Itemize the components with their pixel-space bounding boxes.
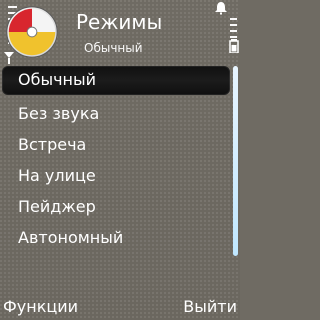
battery-bar (230, 24, 237, 26)
battery-bar (230, 36, 237, 38)
exit-softkey[interactable]: Выйти (183, 296, 237, 318)
battery-icon (229, 39, 239, 53)
list-item[interactable]: Без звука (14, 100, 222, 128)
options-softkey[interactable]: Функции (3, 296, 78, 318)
list-item[interactable]: Обычный (2, 66, 230, 95)
list-item[interactable]: Автономный (14, 224, 222, 252)
page-subtitle: Обычный (84, 41, 143, 55)
profiles-list: Обычный Без звука Встреча На улице Пейдж… (0, 66, 240, 256)
list-item[interactable]: На улице (14, 162, 222, 190)
bell-icon (215, 2, 227, 15)
header: Режимы Обычный (0, 0, 240, 64)
page-title: Режимы (76, 10, 163, 34)
battery-bar (230, 30, 237, 32)
battery-indicator (212, 0, 240, 62)
list-item-label: Встреча (18, 135, 87, 154)
list-item-label: На улице (18, 166, 96, 185)
list-item-label: Без звука (18, 104, 100, 123)
scrollbar-thumb[interactable] (233, 66, 238, 256)
battery-bar (230, 18, 237, 20)
scrollbar[interactable] (233, 66, 238, 256)
list-item[interactable]: Пейджер (14, 193, 222, 221)
list-item[interactable]: Встреча (14, 131, 222, 159)
list-item-label: Обычный (18, 70, 97, 89)
list-item-label: Автономный (18, 228, 124, 247)
softkeys-bar: Функции Выйти (0, 294, 240, 320)
profiles-app-icon (6, 6, 58, 58)
list-item-label: Пейджер (18, 197, 96, 216)
